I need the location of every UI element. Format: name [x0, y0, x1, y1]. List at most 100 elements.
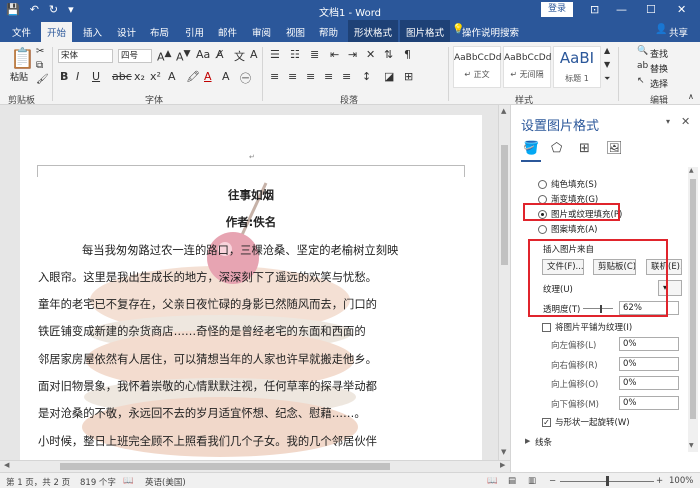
- center-icon[interactable]: ≡: [288, 70, 297, 83]
- radio-button[interactable]: [538, 224, 547, 234]
- bullets-icon[interactable]: ☰: [270, 48, 280, 61]
- login-button[interactable]: 登录: [541, 2, 573, 17]
- style-normal[interactable]: AaBbCcDd ↵ 正文: [453, 46, 501, 88]
- fill-line-tab-icon[interactable]: 🪣: [523, 141, 539, 156]
- tab-file[interactable]: 文件: [12, 25, 31, 39]
- layout-properties-tab-icon[interactable]: ⊞: [579, 141, 590, 156]
- minimize-button[interactable]: —: [616, 3, 627, 16]
- pane-close-button[interactable]: ✕: [681, 115, 690, 128]
- page-count-status[interactable]: 第 1 页，共 2 页: [6, 476, 70, 488]
- tile-texture-checkbox[interactable]: 将图片平铺为纹理(I): [542, 321, 632, 333]
- shrink-font-icon[interactable]: A▼: [176, 48, 191, 64]
- text-effects-icon[interactable]: A: [168, 70, 176, 83]
- offset-bottom-input[interactable]: 0%: [619, 396, 679, 410]
- expand-line-icon[interactable]: ▶: [525, 437, 530, 445]
- tab-insert[interactable]: 插入: [83, 25, 102, 39]
- enclose-char-icon[interactable]: ㊀: [240, 70, 251, 86]
- sort-icon[interactable]: ⇅: [384, 48, 393, 61]
- restore-button[interactable]: ☐: [646, 3, 656, 16]
- char-shading-icon[interactable]: A: [222, 70, 230, 83]
- line-spacing-icon[interactable]: ↕: [362, 70, 371, 83]
- replace-button[interactable]: 替换: [650, 62, 668, 75]
- highlight-icon[interactable]: 🖍: [186, 70, 200, 83]
- share-button[interactable]: 共享: [669, 25, 688, 39]
- print-layout-icon[interactable]: ▤: [508, 476, 516, 486]
- phonetic-icon[interactable]: 文: [234, 48, 245, 64]
- select-button[interactable]: 选择: [650, 77, 668, 90]
- grow-font-icon[interactable]: A▲: [157, 48, 172, 64]
- tab-help[interactable]: 帮助: [319, 25, 338, 39]
- show-marks-icon[interactable]: ¶: [404, 48, 411, 61]
- zoom-level[interactable]: 100%: [669, 476, 693, 486]
- increase-indent-icon[interactable]: ⇥: [348, 48, 357, 61]
- distribute-icon[interactable]: ≡: [342, 70, 351, 83]
- copy-icon[interactable]: ⧉: [36, 60, 43, 71]
- shading-icon[interactable]: ◪: [384, 70, 394, 83]
- tab-picture-format[interactable]: 图片格式: [400, 20, 451, 42]
- tab-mailings[interactable]: 邮件: [218, 25, 237, 39]
- pane-options-icon[interactable]: ▾: [666, 117, 670, 126]
- scroll-thumb[interactable]: [501, 145, 508, 265]
- pattern-fill-radio[interactable]: 图案填充(A): [538, 223, 597, 235]
- paste-button[interactable]: 粘贴: [10, 70, 28, 83]
- scroll-up-icon[interactable]: ▲: [501, 107, 506, 115]
- style-heading-1[interactable]: AaBI 标题 1: [553, 46, 601, 88]
- zoom-in-button[interactable]: +: [656, 476, 663, 486]
- styles-scroll-down-icon[interactable]: ▼: [604, 60, 610, 69]
- styles-scroll-up-icon[interactable]: ▲: [604, 46, 610, 55]
- borders-icon[interactable]: ⊞: [404, 70, 413, 83]
- horizontal-ruler[interactable]: [0, 105, 498, 115]
- zoom-thumb[interactable]: [606, 476, 609, 486]
- style-no-spacing[interactable]: AaBbCcDd ↵ 无间隔: [503, 46, 551, 88]
- document-page[interactable]: ↵ 往事如烟 作者:佚名 每当我匆匆路过农一连的路口，三棵沧桑、坚定的老榆树立刻…: [20, 115, 482, 460]
- numbering-icon[interactable]: ☷: [290, 48, 300, 61]
- subscript-icon[interactable]: x₂: [134, 70, 145, 83]
- italic-icon[interactable]: I: [76, 70, 79, 83]
- paste-icon[interactable]: 📋: [10, 46, 35, 70]
- tab-shape-format[interactable]: 形状格式: [348, 20, 399, 42]
- multilevel-list-icon[interactable]: ≣: [310, 48, 319, 61]
- styles-more-icon[interactable]: ⏷: [604, 74, 610, 84]
- format-painter-icon[interactable]: 🖌: [36, 74, 49, 85]
- tab-layout[interactable]: 布局: [150, 25, 169, 39]
- offset-left-input[interactable]: 0%: [619, 337, 679, 351]
- tab-view[interactable]: 视图: [286, 25, 305, 39]
- ribbon-display-options-icon[interactable]: ⊡: [590, 3, 599, 16]
- align-left-icon[interactable]: ≡: [270, 70, 279, 83]
- checkbox[interactable]: ✓: [542, 417, 551, 427]
- pane-scroll-up-icon[interactable]: ▲: [689, 167, 694, 174]
- offset-right-input[interactable]: 0%: [619, 357, 679, 371]
- font-name-combo[interactable]: 宋体: [58, 49, 113, 63]
- tab-home[interactable]: 开始: [41, 22, 73, 42]
- read-mode-icon[interactable]: 📖: [487, 476, 498, 486]
- radio-button[interactable]: [538, 179, 547, 189]
- picture-tab-icon[interactable]: 🖼: [606, 141, 623, 156]
- collapse-ribbon-icon[interactable]: ∧: [688, 92, 694, 101]
- zoom-out-button[interactable]: −: [549, 476, 556, 486]
- tab-references[interactable]: 引用: [185, 25, 204, 39]
- align-right-icon[interactable]: ≡: [306, 70, 315, 83]
- word-count-status[interactable]: 819 个字: [80, 476, 116, 488]
- font-size-combo[interactable]: 四号: [118, 49, 152, 63]
- bold-icon[interactable]: B: [60, 70, 68, 83]
- font-color-icon[interactable]: A: [204, 70, 212, 83]
- superscript-icon[interactable]: x²: [150, 70, 161, 83]
- hscroll-thumb[interactable]: [60, 463, 390, 470]
- char-border-icon[interactable]: A: [250, 48, 258, 61]
- vertical-scrollbar[interactable]: ▲ ▼: [498, 105, 510, 460]
- effects-tab-icon[interactable]: ⬠: [551, 141, 562, 156]
- scroll-left-icon[interactable]: ◀: [4, 461, 9, 469]
- close-button[interactable]: ✕: [677, 3, 686, 16]
- scroll-right-icon[interactable]: ▶: [500, 461, 505, 469]
- clear-format-icon[interactable]: A̸: [216, 48, 224, 61]
- tab-design[interactable]: 设计: [117, 25, 136, 39]
- tab-review[interactable]: 审阅: [252, 25, 271, 39]
- horizontal-scrollbar[interactable]: ◀ ▶: [0, 460, 510, 472]
- pane-scroll-down-icon[interactable]: ▼: [689, 442, 694, 449]
- cut-icon[interactable]: ✂: [36, 46, 44, 57]
- pane-scroll-thumb[interactable]: [690, 179, 696, 419]
- web-layout-icon[interactable]: ▥: [528, 476, 536, 486]
- offset-top-input[interactable]: 0%: [619, 376, 679, 390]
- solid-fill-radio[interactable]: 纯色填充(S): [538, 178, 597, 190]
- scroll-down-icon[interactable]: ▼: [501, 448, 506, 456]
